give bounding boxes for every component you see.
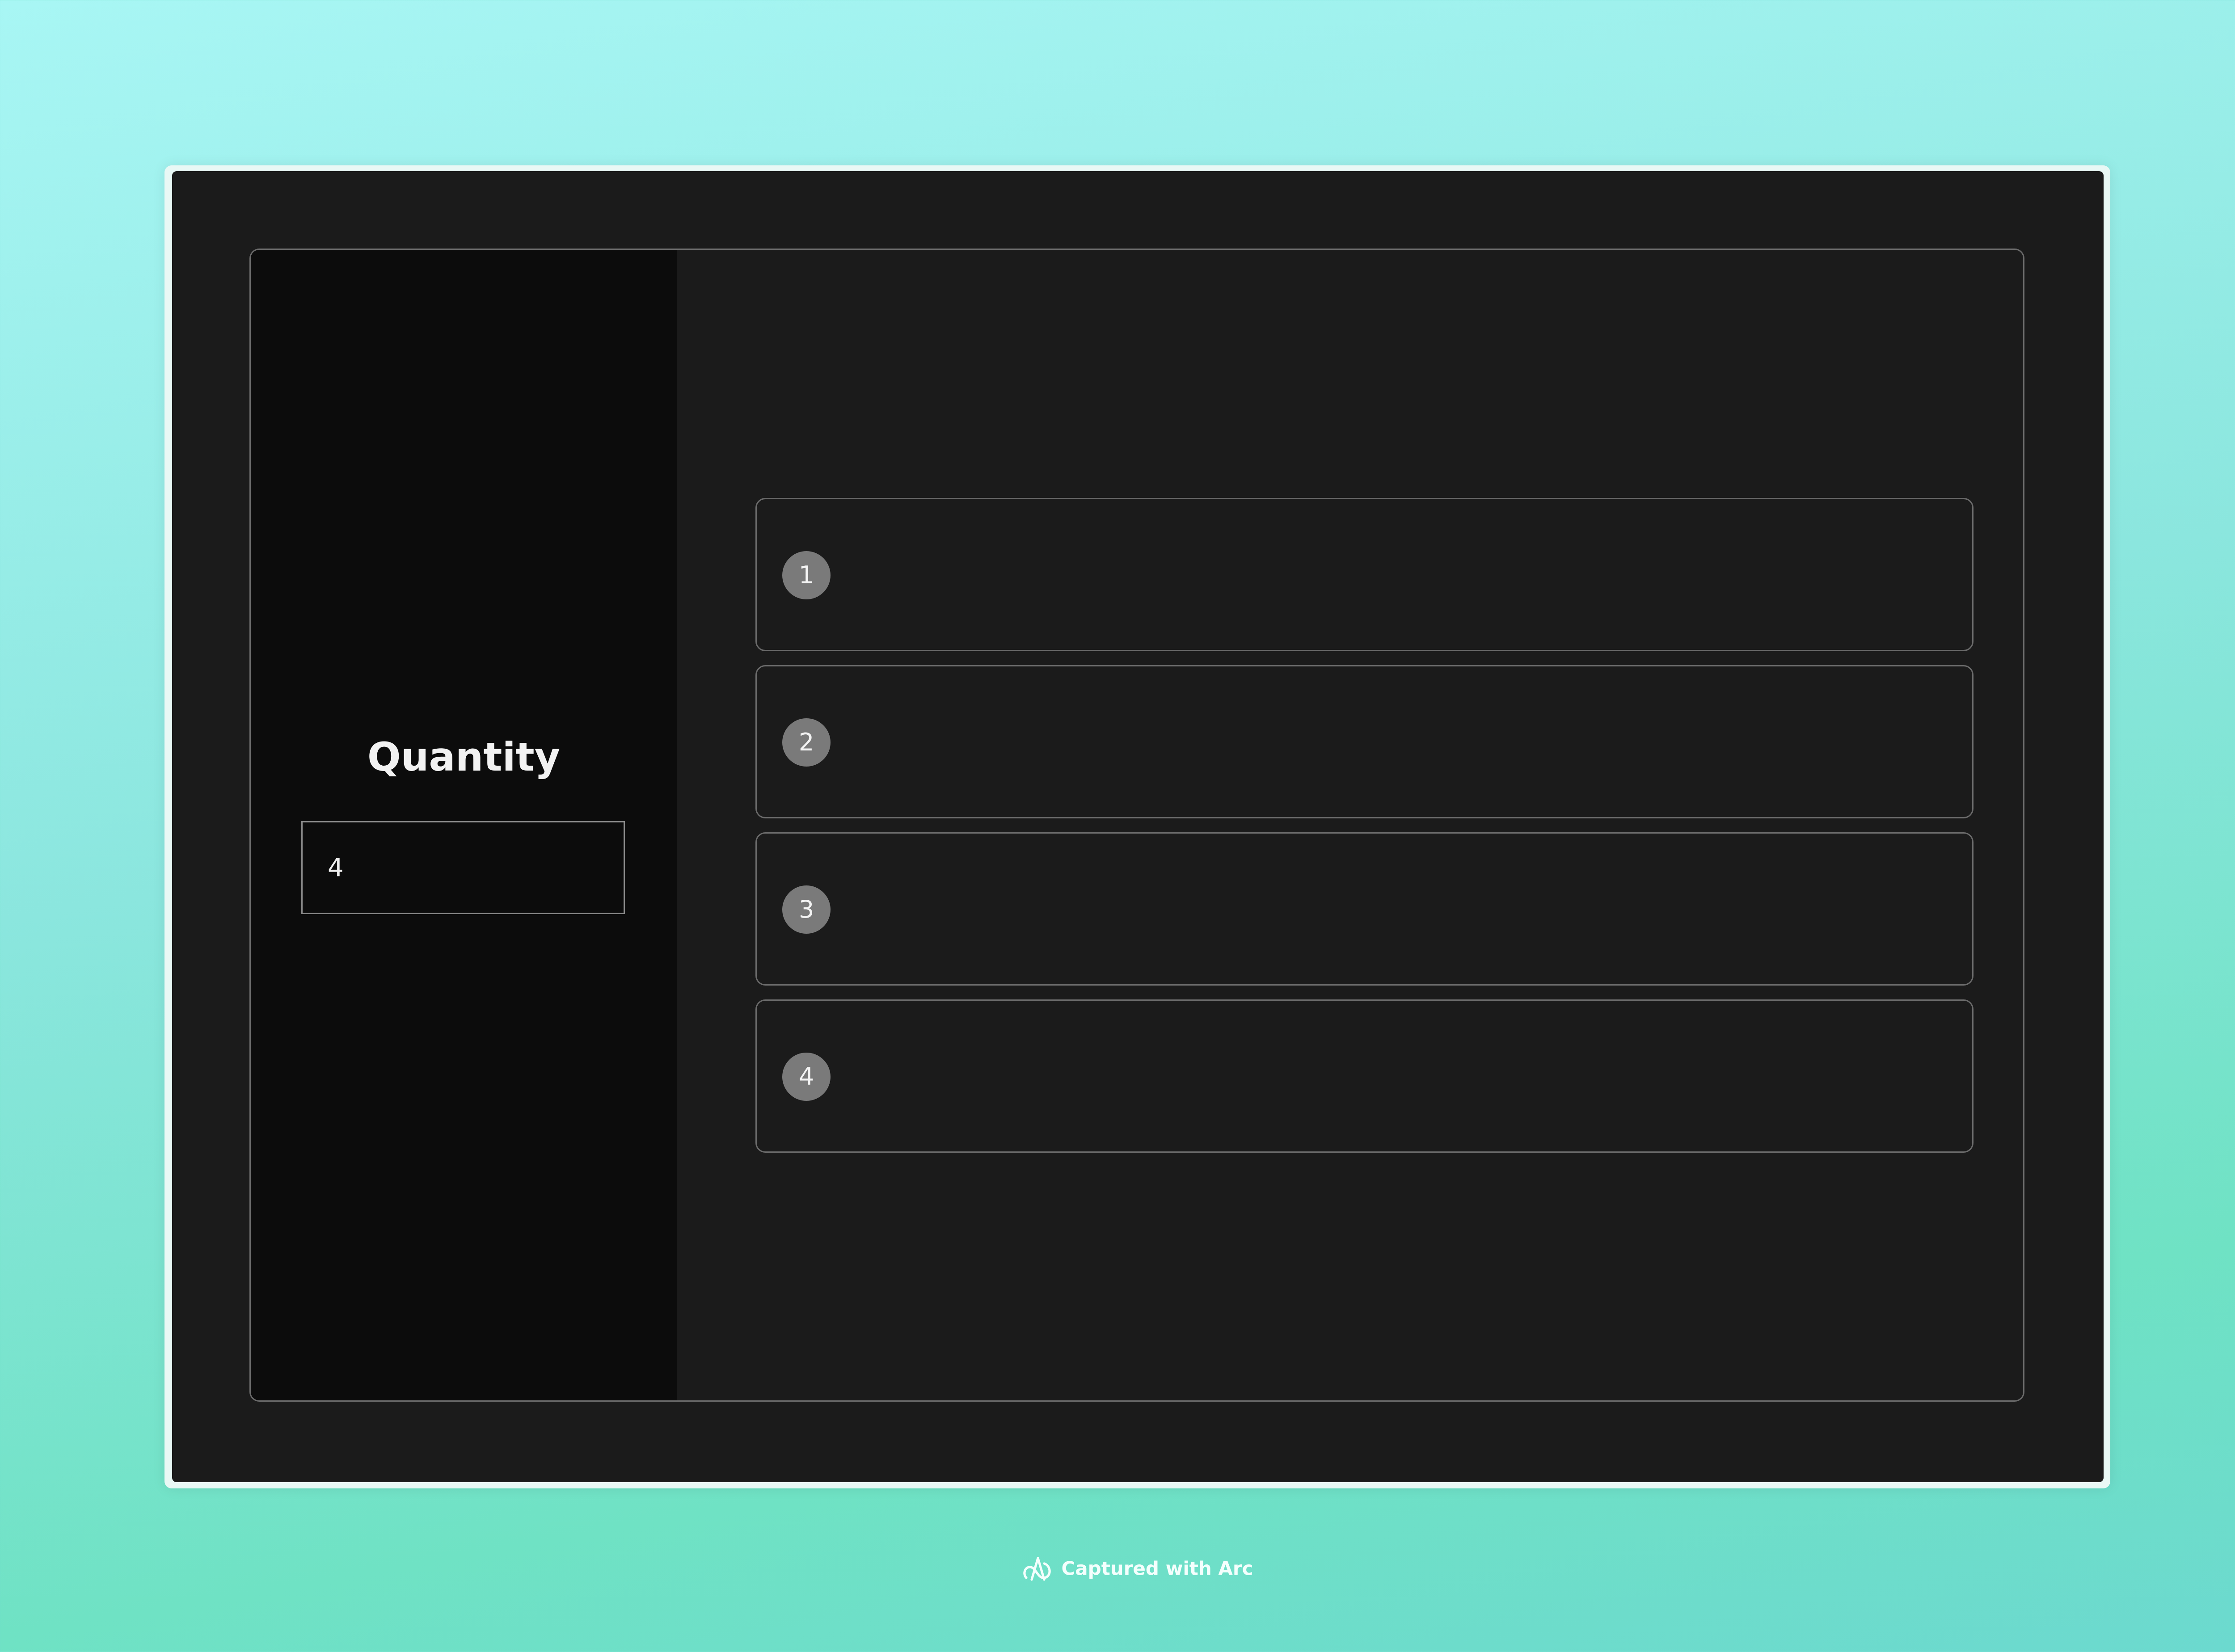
item-number-badge: 1	[782, 551, 831, 599]
main-panel: Quantity 1 2 3 4	[249, 249, 2024, 1402]
app-window: Quantity 1 2 3 4	[172, 171, 2104, 1482]
list-item[interactable]: 4	[755, 999, 1974, 1153]
list-item[interactable]: 1	[755, 498, 1974, 651]
quantity-input[interactable]	[301, 821, 625, 914]
item-number-badge: 2	[782, 718, 831, 767]
quantity-label: Quantity	[367, 734, 561, 780]
arc-logo-icon	[1023, 1556, 1051, 1581]
sidebar: Quantity	[251, 250, 677, 1400]
item-number-badge: 4	[782, 1053, 831, 1101]
list-item[interactable]: 2	[755, 665, 1974, 818]
watermark-text: Captured with Arc	[1061, 1557, 1253, 1580]
capture-watermark: Captured with Arc	[0, 1552, 2235, 1585]
list-item[interactable]: 3	[755, 832, 1974, 986]
item-number-badge: 3	[782, 885, 831, 934]
item-list: 1 2 3 4	[755, 498, 1974, 1167]
